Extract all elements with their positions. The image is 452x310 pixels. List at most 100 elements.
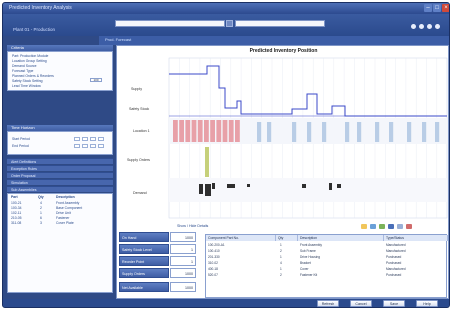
list-header-qty[interactable]: Qty [38, 195, 44, 199]
table-cell: Purchased [386, 261, 402, 265]
main-panel: Supply Safety Stock Location 1 Supply Or… [116, 45, 449, 299]
nav-exception-rules[interactable]: Exception Rules [7, 165, 113, 171]
nav-sub-assemblies[interactable]: Sub Assemblies [7, 186, 113, 192]
period-cell[interactable] [98, 144, 104, 148]
blue-bar [389, 122, 394, 142]
list-item[interactable]: 311-08 [11, 221, 21, 225]
search-input[interactable] [115, 20, 225, 27]
table-cell: Front Assembly [300, 243, 322, 247]
cancel-button[interactable]: Cancel [350, 300, 372, 307]
summary-value: 1000 [170, 232, 196, 242]
demand-bar [247, 184, 250, 187]
highlight-bar [205, 147, 209, 177]
criteria-row[interactable]: Part: Production Module [12, 54, 48, 58]
pink-bar [204, 120, 209, 142]
list-item[interactable]: 100-21 [11, 201, 22, 205]
y-label-supply: Supply [131, 87, 142, 91]
list-header-part[interactable]: Part [11, 195, 18, 199]
period-cell[interactable] [82, 137, 88, 141]
table-cell: Manufactured [386, 249, 406, 253]
table-cell: 1 [280, 255, 282, 259]
list-item: 3 [40, 221, 42, 225]
filter-input[interactable] [235, 20, 325, 27]
criteria-panel: Part: Production Module Location Group S… [7, 51, 113, 91]
alert-icon[interactable] [361, 224, 367, 229]
close-icon[interactable]: × [442, 4, 449, 12]
criteria-row[interactable]: Lead Time Window [12, 84, 41, 88]
help-icon[interactable] [435, 24, 440, 29]
column-header-type[interactable]: Type/Status [384, 235, 448, 241]
pink-bar [216, 120, 222, 142]
table-cell: Drive Housing [300, 255, 321, 259]
column-header-description[interactable]: Description [298, 235, 384, 241]
settings-icon[interactable] [427, 24, 432, 29]
inventory-chart: Supply Safety Stock Location 1 Supply Or… [127, 57, 448, 219]
list-item: Front Assembly [56, 201, 80, 205]
chart-title: Predicted Inventory Position [249, 48, 318, 54]
list-header-description[interactable]: Description [56, 195, 75, 199]
blue-bar [257, 122, 262, 142]
criteria-row[interactable]: Demand Source [12, 64, 37, 68]
nav-alert-definitions[interactable]: Alert Definitions [7, 158, 113, 164]
close-chart-icon[interactable] [406, 224, 412, 229]
toolbar: Plant 01 - Production [3, 14, 449, 36]
list-item: Base Component [56, 206, 83, 210]
demand-bar [199, 184, 203, 194]
blue-bar [435, 122, 440, 142]
table-cell[interactable]: 520-07 [208, 273, 218, 277]
summary-label: Safety Stock Level [119, 244, 169, 254]
criteria-row[interactable]: Safety Stock Setting [12, 79, 43, 83]
table-cell[interactable]: 400-18 [208, 267, 218, 271]
blue-bar [292, 122, 297, 142]
period-cell[interactable] [90, 137, 96, 141]
nav-simulation[interactable]: Simulation [7, 179, 113, 185]
blue-bar [345, 122, 350, 142]
summary-value: 1000 [170, 268, 196, 278]
minimize-icon[interactable]: – [424, 4, 432, 12]
criteria-row[interactable]: Planned Orders & Reorders [12, 74, 54, 78]
refresh-button[interactable]: Refresh [317, 300, 339, 307]
period-cell[interactable] [74, 137, 80, 141]
list-item: Drive Unit [56, 211, 71, 215]
tab-strip: Prod. Forecast [99, 36, 449, 45]
table-cell[interactable]: 310-02 [208, 261, 218, 265]
refresh-icon[interactable] [379, 224, 385, 229]
period-cell[interactable] [90, 144, 96, 148]
criteria-row[interactable]: Forecast Type [12, 69, 33, 73]
table-cell[interactable]: 100-200-A1 [208, 243, 225, 247]
list-item: Cover Plate [56, 221, 74, 225]
tab-forecast[interactable]: Prod. Forecast [105, 37, 131, 42]
criteria-row[interactable]: Location Group Setting [12, 59, 47, 63]
search-go-button[interactable] [226, 20, 233, 27]
app-window: Predicted Inventory Analysis – □ × Plant… [2, 2, 450, 308]
table-cell[interactable]: 100-410 [208, 249, 220, 253]
summary-panel: On Hand 1000 Safety Stock Level 1 Reorde… [117, 232, 197, 298]
summary-label: Net Available [119, 282, 169, 292]
home-icon[interactable] [411, 24, 416, 29]
help-button[interactable]: Help [416, 300, 438, 307]
list-item[interactable]: 210-05 [11, 216, 22, 220]
list-item: 1 [40, 211, 42, 215]
nav-order-proposal[interactable]: Order Proposal [7, 172, 113, 178]
maximize-icon[interactable]: □ [433, 4, 441, 12]
print-icon[interactable] [419, 24, 424, 29]
blue-bar [267, 122, 272, 142]
period-cell[interactable] [98, 137, 104, 141]
column-header-part[interactable]: Component Part No. [206, 235, 276, 241]
print-icon[interactable] [397, 224, 403, 229]
list-item[interactable]: 102-11 [11, 211, 21, 215]
show-details-link[interactable]: Show / Hide Details [177, 224, 208, 228]
list-item: 6 [40, 216, 42, 220]
pink-bar [185, 120, 191, 142]
period-cell[interactable] [82, 144, 88, 148]
criteria-value-input[interactable]: 100 [90, 78, 102, 82]
table-cell[interactable]: 201-330 [208, 255, 220, 259]
zoom-icon[interactable] [370, 224, 376, 229]
table-cell: 2 [280, 249, 282, 253]
list-item[interactable]: 100-34 [11, 206, 22, 210]
period-cell[interactable] [74, 144, 80, 148]
save-button[interactable]: Save [383, 300, 405, 307]
column-header-qty[interactable]: Qty [276, 235, 298, 241]
table-cell: Sub Frame [300, 249, 316, 253]
export-icon[interactable] [388, 224, 394, 229]
